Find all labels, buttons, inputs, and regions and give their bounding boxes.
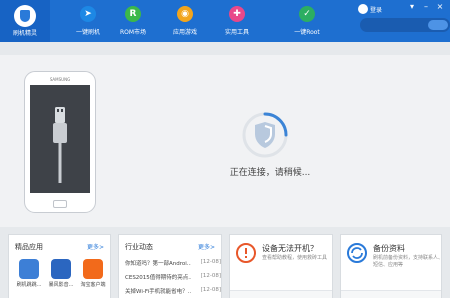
app-item[interactable]: 淘宝客户端 (77, 259, 109, 288)
news-item[interactable]: 你知道吗？第一部Androi... [12-08] (125, 259, 221, 269)
download-toggle[interactable] (360, 18, 450, 32)
game-icon (19, 259, 39, 279)
app-item[interactable]: 刷机跳跳... (13, 259, 45, 288)
boot-help-card[interactable]: 设备无法开机？ 查看帮助教程，使用救砖工具 (229, 234, 333, 298)
card-footer (341, 290, 441, 298)
app-name: 淘宝客户端 (80, 282, 106, 288)
industry-news-title: 行业动态 (125, 243, 153, 251)
featured-apps-title: 精品应用 (15, 243, 43, 251)
nav-root[interactable]: ✓ 一键Root (277, 0, 337, 42)
industry-news-card: 行业动态 更多> 你知道吗？第一部Androi... [12-08] CES20… (118, 234, 222, 298)
login-link[interactable]: 登录 (370, 5, 382, 14)
nav-rom-label: ROM市场 (119, 29, 147, 36)
boot-help-desc: 查看帮助教程，使用救砖工具 (262, 255, 328, 261)
sync-icon (347, 243, 367, 263)
nav-tools-label: 实用工具 (224, 29, 249, 36)
app-name: 暴风影音... (48, 282, 74, 288)
phone-brand-label: SAMSUNG (49, 77, 71, 82)
nav-tools[interactable]: ✚ 实用工具 (207, 0, 267, 42)
news-item[interactable]: 关掉Wi-Fi手机就能省电？... [12-08] (125, 287, 221, 297)
nav-root-label: 一键Root (294, 29, 320, 36)
top-bar: 刷机精灵 ➤ 一键刷机 R ROM市场 ◉ 应用游戏 ✚ 实用工具 ✓ 一键Ro… (0, 0, 450, 42)
app-logo-icon (14, 5, 36, 27)
download-toggle-knob (428, 20, 448, 30)
backup-card[interactable]: 备份资料 刷机前备份资料，支持联系人、短信、应用等 (340, 234, 444, 298)
nav-apps-games[interactable]: ◉ 应用游戏 (155, 0, 215, 42)
close-button[interactable]: × (434, 2, 446, 12)
video-icon (51, 259, 71, 279)
card-footer (230, 290, 332, 298)
industry-news-more-link[interactable]: 更多> (198, 242, 215, 251)
backup-desc: 刷机前备份资料，支持联系人、短信、应用等 (373, 255, 444, 268)
user-area: 登录 ▾ – × (354, 0, 450, 42)
phone-screen (30, 85, 90, 193)
menu-button[interactable]: ▾ (406, 2, 418, 12)
featured-apps-card: 精品应用 更多> 刷机跳跳... 暴风影音... 淘宝客户端 (8, 234, 111, 298)
backup-title: 备份资料 (373, 244, 405, 253)
app-item[interactable]: 暴风影音... (45, 259, 77, 288)
warning-icon (236, 243, 256, 263)
phone-illustration: SAMSUNG (24, 71, 96, 213)
news-date: [12-08] (200, 287, 221, 293)
app-name: 刷机跳跳... (16, 282, 42, 288)
news-title: 关掉Wi-Fi手机就能省电？... (125, 289, 191, 295)
rom-icon: R (125, 6, 141, 22)
user-icon[interactable] (358, 4, 368, 14)
taobao-icon (83, 259, 103, 279)
boot-help-title: 设备无法开机？ (262, 244, 318, 253)
nav-apps-label: 应用游戏 (172, 29, 197, 36)
root-icon: ✓ (299, 6, 315, 22)
news-date: [12-08] (200, 259, 221, 265)
featured-apps-more-link[interactable]: 更多> (87, 242, 104, 251)
news-title: CES2015值得期待的亮点... (125, 275, 191, 281)
news-title: 你知道吗？第一部Androi... (125, 261, 191, 267)
connection-status: 正在连接，请稍候... (229, 168, 311, 178)
apps-icon: ◉ (177, 6, 193, 22)
news-item[interactable]: CES2015值得期待的亮点... [12-08] (125, 273, 221, 283)
phone-home-button (53, 200, 67, 208)
usb-plug-icon (53, 107, 67, 183)
news-date: [12-08] (200, 273, 221, 279)
brand-label: 刷机精灵 (12, 30, 37, 37)
minimize-button[interactable]: – (420, 2, 432, 12)
tools-icon: ✚ (229, 6, 245, 22)
cursor-icon: ➤ (80, 6, 96, 22)
nav-rom-market[interactable]: R ROM市场 (103, 0, 163, 42)
loading-spinner-icon (240, 110, 290, 160)
brand-tab[interactable]: 刷机精灵 (0, 0, 50, 42)
